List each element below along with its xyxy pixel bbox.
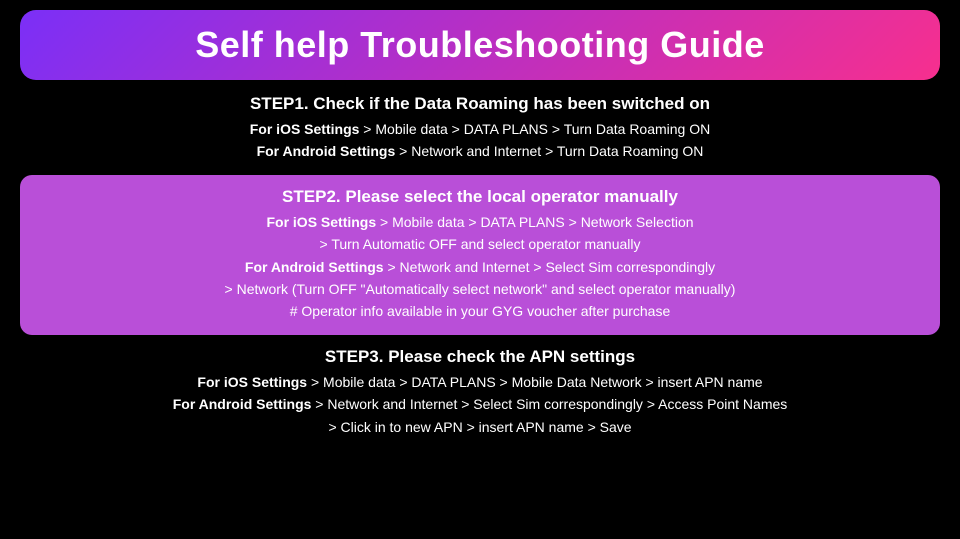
step3-android-text: > Network and Internet > Select Sim corr… bbox=[311, 396, 787, 412]
step3-title: STEP3. Please check the APN settings bbox=[20, 347, 940, 367]
step1-line2: For Android Settings > Network and Inter… bbox=[20, 140, 940, 162]
step1-line1: For iOS Settings > Mobile data > DATA PL… bbox=[20, 118, 940, 140]
step2-line4: > Network (Turn OFF "Automatically selec… bbox=[40, 278, 920, 300]
step2-ios-label: For iOS Settings bbox=[266, 214, 376, 230]
step3-line2: For Android Settings > Network and Inter… bbox=[20, 393, 940, 415]
step2-line1: For iOS Settings > Mobile data > DATA PL… bbox=[40, 211, 920, 233]
step3-section: STEP3. Please check the APN settings For… bbox=[20, 347, 940, 438]
step1-ios-text: > Mobile data > DATA PLANS > Turn Data R… bbox=[359, 121, 710, 137]
step1-android-text: > Network and Internet > Turn Data Roami… bbox=[395, 143, 703, 159]
step2-android-text: > Network and Internet > Select Sim corr… bbox=[384, 259, 716, 275]
step2-title: STEP2. Please select the local operator … bbox=[40, 187, 920, 207]
step2-section: STEP2. Please select the local operator … bbox=[20, 175, 940, 335]
step2-ios-text: > Mobile data > DATA PLANS > Network Sel… bbox=[376, 214, 693, 230]
step3-line1: For iOS Settings > Mobile data > DATA PL… bbox=[20, 371, 940, 393]
step3-android-label: For Android Settings bbox=[173, 396, 312, 412]
step3-ios-label: For iOS Settings bbox=[197, 374, 307, 390]
step1-ios-label: For iOS Settings bbox=[250, 121, 360, 137]
step3-line3: > Click in to new APN > insert APN name … bbox=[20, 416, 940, 438]
step2-line3: For Android Settings > Network and Inter… bbox=[40, 256, 920, 278]
step2-line2: > Turn Automatic OFF and select operator… bbox=[40, 233, 920, 255]
step1-section: STEP1. Check if the Data Roaming has bee… bbox=[20, 94, 940, 163]
title-banner: Self help Troubleshooting Guide bbox=[20, 10, 940, 80]
page-title: Self help Troubleshooting Guide bbox=[195, 24, 765, 65]
step1-title: STEP1. Check if the Data Roaming has bee… bbox=[20, 94, 940, 114]
step1-android-label: For Android Settings bbox=[257, 143, 396, 159]
step2-android-label: For Android Settings bbox=[245, 259, 384, 275]
step3-ios-text: > Mobile data > DATA PLANS > Mobile Data… bbox=[307, 374, 762, 390]
step2-line5: # Operator info available in your GYG vo… bbox=[40, 300, 920, 322]
